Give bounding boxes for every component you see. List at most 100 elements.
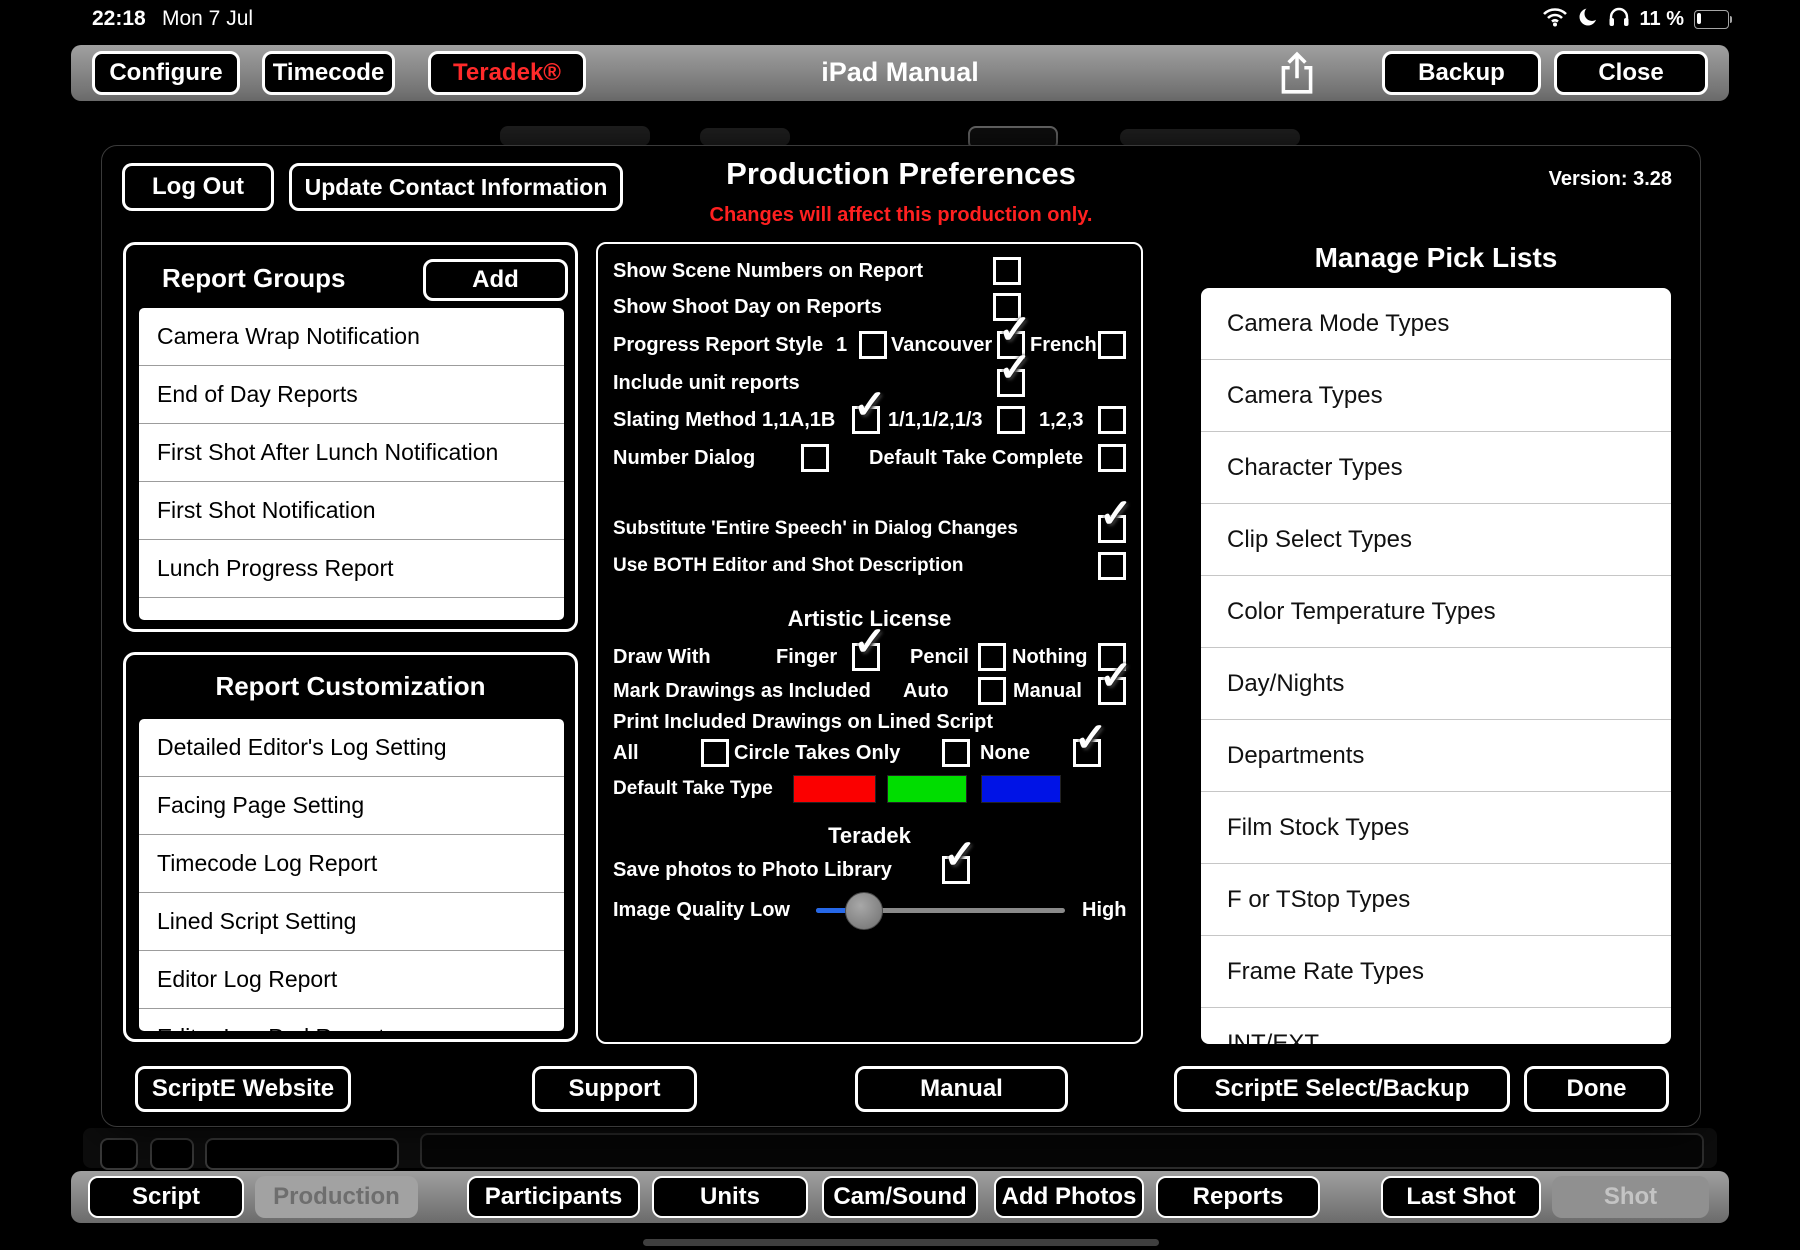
pick-list-item[interactable]: Character Types [1201,432,1671,504]
option-label: Nothing [1012,639,1088,675]
list-item[interactable]: Lined Script Setting [139,893,564,951]
manual-label: Manual [920,1075,1003,1103]
option-label: French [1030,327,1097,363]
tab-units-label: Units [700,1183,760,1211]
headphones-icon [1608,6,1630,32]
checkbox[interactable]: ✓ [993,257,1021,285]
option-label: 1,1A,1B [762,402,835,438]
pref-label: Draw With [613,639,711,675]
tab-participants-label: Participants [485,1183,622,1211]
list-item[interactable]: Timecode Log Report [139,835,564,893]
done-button[interactable]: Done [1524,1066,1669,1112]
pick-list-item[interactable]: Departments [1201,720,1671,792]
report-groups-panel: Report Groups Add Camera Wrap Notificati… [123,242,578,632]
pick-list-item[interactable]: Clip Select Types [1201,504,1671,576]
tab-production[interactable]: Production [255,1176,418,1218]
image-quality-slider[interactable] [816,908,1065,913]
option-label: All [613,735,639,771]
tab-last-shot[interactable]: Last Shot [1381,1176,1541,1218]
checkbox[interactable]: ✓ [701,739,729,767]
tab-script[interactable]: Script [88,1176,244,1218]
pick-list-item[interactable]: Film Stock Types [1201,792,1671,864]
report-customization-panel: Report Customization Detailed Editor's L… [123,652,578,1042]
wifi-icon [1542,7,1568,32]
list-item[interactable]: First Shot Notification [139,482,564,540]
add-label: Add [472,266,519,294]
background-remnant [205,1138,399,1170]
battery-percent-text: 11 % [1640,8,1684,31]
add-report-group-button[interactable]: Add [423,259,568,301]
pick-list-item[interactable]: Camera Mode Types [1201,288,1671,360]
backup-label: Backup [1418,59,1505,87]
checkbox[interactable]: ✓ [1098,444,1126,472]
take-type-red-swatch[interactable] [793,775,876,803]
checkbox[interactable]: ✓ [1098,331,1126,359]
checkbox[interactable]: ✓ [852,643,880,671]
close-button[interactable]: Close [1554,51,1708,95]
tab-add-photos[interactable]: Add Photos [994,1176,1144,1218]
pref-label: Show Shoot Day on Reports [613,289,882,325]
tab-participants[interactable]: Participants [467,1176,640,1218]
tab-units[interactable]: Units [652,1176,808,1218]
pick-lists-panel: Camera Mode Types Camera Types Character… [1201,288,1671,1044]
manual-button[interactable]: Manual [855,1066,1068,1112]
scripte-select-backup-button[interactable]: ScriptE Select/Backup [1174,1066,1510,1112]
option-label: Pencil [910,639,969,675]
tab-script-label: Script [132,1183,200,1211]
status-bar: 22:18 Mon 7 Jul 11 % [0,0,1800,38]
checkbox[interactable]: ✓ [978,643,1006,671]
checkbox[interactable]: ✓ [1098,406,1126,434]
checkbox[interactable]: ✓ [942,856,970,884]
pick-list-item[interactable]: Camera Types [1201,360,1671,432]
teradek-section-title: Teradek [598,823,1141,849]
take-type-green-swatch[interactable] [887,775,967,803]
option-label: 1/1,1/2,1/3 [888,402,983,438]
support-label: Support [569,1075,661,1103]
checkbox[interactable]: ✓ [997,369,1025,397]
option-label: Circle Takes Only [734,735,900,771]
list-item[interactable]: Editor Log Report [139,951,564,1009]
list-item[interactable]: Lunch Progress Report [139,540,564,598]
backup-button[interactable]: Backup [1382,51,1541,95]
pick-list-item[interactable]: F or TStop Types [1201,864,1671,936]
pref-row: All ✓ Circle Takes Only ✓ None ✓ [598,735,1141,771]
close-label: Close [1598,59,1663,87]
checkbox[interactable]: ✓ [1098,552,1126,580]
pick-list-item[interactable]: Day/Nights [1201,648,1671,720]
checkbox[interactable]: ✓ [978,677,1006,705]
pick-list-item[interactable]: INT/EXT [1201,1008,1671,1044]
slider-knob[interactable] [845,892,883,930]
checkbox[interactable]: ✓ [942,739,970,767]
checkbox[interactable]: ✓ [801,444,829,472]
list-item[interactable]: Facing Page Setting [139,777,564,835]
checkbox[interactable]: ✓ [859,331,887,359]
checkbox[interactable]: ✓ [997,406,1025,434]
option-label: 1,2,3 [1039,402,1083,438]
slider-low-label: Low [750,892,790,928]
list-item[interactable]: End of Day Reports [139,366,564,424]
support-button[interactable]: Support [532,1066,697,1112]
tab-cam-sound[interactable]: Cam/Sound [822,1176,978,1218]
list-item[interactable]: Editor Log Pad Report [139,1009,564,1031]
list-item[interactable]: Camera Wrap Notification [139,308,564,366]
tab-add-photos-label: Add Photos [1002,1183,1137,1211]
scripte-website-button[interactable]: ScriptE Website [135,1066,351,1112]
list-item[interactable]: First Shot After Lunch Notification [139,424,564,482]
checkbox[interactable]: ✓ [1073,739,1101,767]
background-remnant [420,1133,1704,1169]
list-item[interactable]: Detailed Editor's Log Setting [139,719,564,777]
tab-reports[interactable]: Reports [1156,1176,1320,1218]
checkbox[interactable]: ✓ [1098,515,1126,543]
share-icon[interactable] [1276,50,1318,101]
tab-reports-label: Reports [1193,1183,1284,1211]
pref-row: Number Dialog ✓ Default Take Complete ✓ [598,440,1141,476]
home-indicator[interactable] [643,1239,1159,1246]
pref-row: Save photos to Photo Library ✓ [598,852,1141,888]
pref-label: Default Take Type [613,772,773,806]
checkbox[interactable]: ✓ [1098,677,1126,705]
take-type-blue-swatch[interactable] [981,775,1061,803]
pick-list-item[interactable]: Color Temperature Types [1201,576,1671,648]
checkbox[interactable]: ✓ [852,406,880,434]
battery-icon [1694,10,1732,29]
pick-list-item[interactable]: Frame Rate Types [1201,936,1671,1008]
